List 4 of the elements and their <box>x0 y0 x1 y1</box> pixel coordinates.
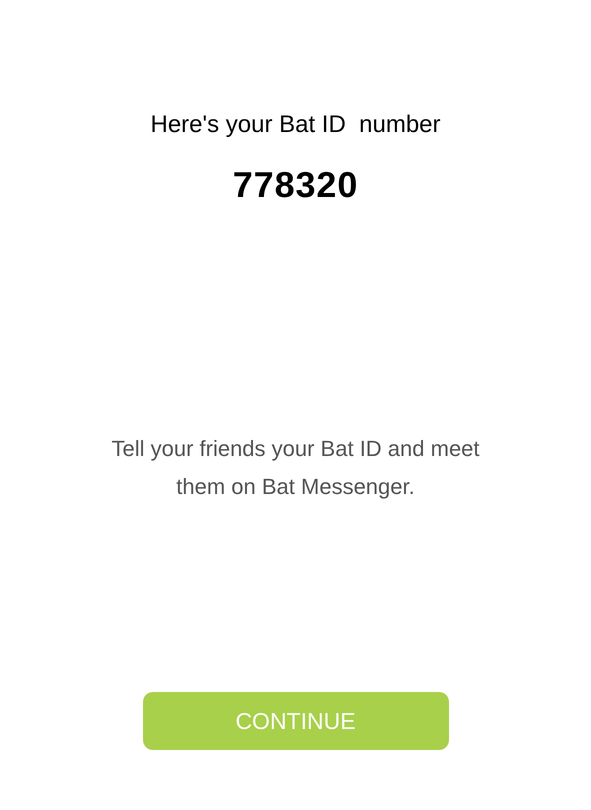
continue-button[interactable]: CONTINUE <box>142 692 448 750</box>
heading: Here's your Bat ID number <box>150 110 441 140</box>
id-number: 778320 <box>232 164 358 206</box>
info-text: Tell your friends your Bat ID and meet them on Bat Messenger. <box>110 435 481 501</box>
